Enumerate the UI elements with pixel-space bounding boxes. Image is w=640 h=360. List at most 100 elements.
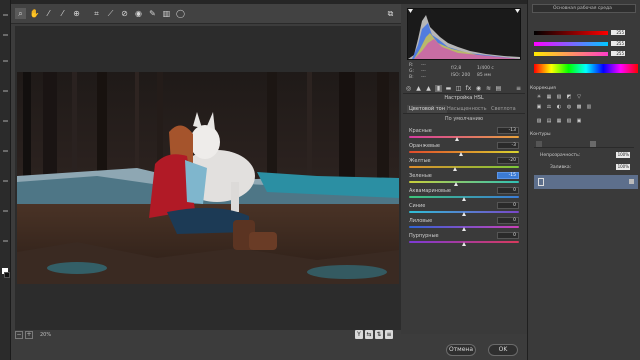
workspace-selector[interactable]: Основная рабочая среда	[532, 4, 636, 13]
zoom-out-button[interactable]: −	[15, 331, 23, 339]
cancel-button[interactable]: Отмена	[446, 344, 476, 356]
layer-filter-toggle-icon[interactable]	[590, 141, 596, 147]
tone-curve-icon[interactable]: ▲	[415, 85, 422, 92]
slider-value[interactable]: -15	[497, 172, 519, 179]
blue-value[interactable]: 255	[611, 51, 625, 56]
slider-value[interactable]: 0	[497, 202, 519, 209]
slider-value[interactable]: 0	[497, 217, 519, 224]
tool-tick[interactable]	[3, 34, 8, 36]
adjustment-brush-icon[interactable]: ✎	[147, 8, 158, 19]
slider-value[interactable]: -13	[497, 127, 519, 134]
settings-toggle-button[interactable]: ≡	[385, 330, 393, 339]
slider-thumb[interactable]	[454, 137, 459, 141]
background-color-swatch[interactable]	[4, 272, 10, 278]
panel-menu-icon[interactable]: ≡	[515, 85, 522, 92]
white-balance-icon[interactable]: ⁄	[43, 8, 54, 19]
zoom-level[interactable]: 20%	[40, 332, 51, 338]
slider-track[interactable]	[409, 136, 519, 138]
opacity-value[interactable]: 100%	[616, 152, 630, 158]
tool-tick[interactable]	[3, 120, 8, 122]
exposure-icon[interactable]: ◩	[566, 94, 572, 100]
straighten-icon[interactable]: ⟋	[105, 8, 116, 19]
tab-hue[interactable]: Цветовой тон	[407, 105, 447, 113]
posterize-icon[interactable]: ▤	[546, 118, 552, 124]
tool-tick[interactable]	[3, 14, 8, 16]
gradient-map-icon[interactable]: ▧	[566, 118, 572, 124]
layers-toolbar	[534, 140, 634, 148]
fill-value[interactable]: 100%	[616, 164, 630, 170]
snapshots-icon[interactable]: ▤	[495, 85, 502, 92]
threshold-icon[interactable]: ▦	[556, 118, 562, 124]
green-slider-bar[interactable]	[534, 42, 608, 46]
ps-tools-strip	[0, 0, 11, 360]
effects-icon[interactable]: fx	[465, 85, 472, 92]
channel-mixer-icon[interactable]: ▩	[576, 104, 582, 110]
slider-thumb[interactable]	[453, 182, 458, 186]
slider-thumb[interactable]	[452, 167, 457, 171]
slider-track[interactable]	[409, 166, 519, 168]
selective-color-icon[interactable]: ▣	[576, 118, 582, 124]
slider-track[interactable]	[409, 151, 519, 153]
tab-luminance[interactable]: Светлота	[491, 105, 516, 113]
tool-tick[interactable]	[3, 60, 8, 62]
adjustment-icons-row2: ▨ ▤ ▦ ▧ ▣	[536, 118, 636, 136]
detail-icon[interactable]: ▲	[425, 85, 432, 92]
curves-icon[interactable]: ▧	[556, 94, 562, 100]
camera-calibration-icon[interactable]: ◉	[475, 85, 482, 92]
lookup-icon[interactable]: ▥	[586, 104, 592, 110]
color-sampler-icon[interactable]: ⁄	[57, 8, 68, 19]
slider-value[interactable]: -3	[497, 142, 519, 149]
radial-filter-icon[interactable]: ◯	[175, 8, 186, 19]
spot-removal-icon[interactable]: ⊘	[119, 8, 130, 19]
slider-value[interactable]: 0	[497, 232, 519, 239]
tab-saturation[interactable]: Насыщенность	[447, 105, 487, 113]
slider-track[interactable]	[409, 181, 519, 183]
hand-icon[interactable]: ✋	[29, 8, 40, 19]
bw-icon[interactable]: ◐	[556, 104, 562, 110]
levels-icon[interactable]: ▦	[546, 94, 552, 100]
graduated-filter-icon[interactable]: ▥	[161, 8, 172, 19]
crop-icon[interactable]: ⌗	[91, 8, 102, 19]
slider-thumb[interactable]	[461, 227, 466, 231]
red-slider-bar[interactable]	[534, 31, 608, 35]
tool-tick[interactable]	[3, 210, 8, 212]
hue-sat-icon[interactable]: ▣	[536, 104, 542, 110]
basic-icon[interactable]: ◎	[405, 85, 412, 92]
green-value[interactable]: 255	[611, 41, 625, 46]
before-after-button[interactable]: ⇆	[365, 330, 373, 339]
tool-tick[interactable]	[3, 180, 8, 182]
slider-thumb[interactable]	[461, 212, 466, 216]
tool-tick[interactable]	[3, 240, 8, 242]
slider-value[interactable]: 0	[497, 187, 519, 194]
vibrance-icon[interactable]: ▽	[576, 94, 582, 100]
zoom-in-button[interactable]: +	[25, 331, 33, 339]
layer-filter-icon[interactable]	[536, 141, 542, 147]
ok-button[interactable]: OK	[488, 344, 518, 356]
image-preview-area	[15, 26, 401, 330]
blue-slider-bar[interactable]	[534, 52, 608, 56]
presets-icon[interactable]: ≋	[485, 85, 492, 92]
layer-row[interactable]	[534, 175, 638, 189]
slider-thumb[interactable]	[461, 197, 466, 201]
tool-tick[interactable]	[3, 90, 8, 92]
redeye-icon[interactable]: ◉	[133, 8, 144, 19]
zoom-icon[interactable]: ⌕	[15, 8, 26, 19]
red-value[interactable]: 255	[611, 30, 625, 35]
split-toning-icon[interactable]: ▬	[445, 85, 452, 92]
slider-thumb[interactable]	[461, 242, 466, 246]
tool-tick[interactable]	[3, 150, 8, 152]
hsl-icon[interactable]: ▮	[435, 85, 442, 92]
invert-icon[interactable]: ▨	[536, 118, 542, 124]
color-balance-icon[interactable]: ⚖	[546, 104, 552, 110]
y-view-button[interactable]: Y	[355, 330, 363, 339]
default-link[interactable]: По умолчанию	[401, 116, 527, 122]
target-adjust-icon[interactable]: ⊕	[71, 8, 82, 19]
slider-thumb[interactable]	[459, 152, 464, 156]
spectrum-bar[interactable]	[534, 64, 638, 73]
brightness-icon[interactable]: ☀	[536, 94, 542, 100]
swap-button[interactable]: ⇅	[375, 330, 383, 339]
lens-icon[interactable]: ◫	[455, 85, 462, 92]
toggle-fullscreen-icon[interactable]: ⧉	[385, 8, 396, 19]
slider-value[interactable]: -20	[497, 157, 519, 164]
photo-filter-icon[interactable]: ◍	[566, 104, 572, 110]
